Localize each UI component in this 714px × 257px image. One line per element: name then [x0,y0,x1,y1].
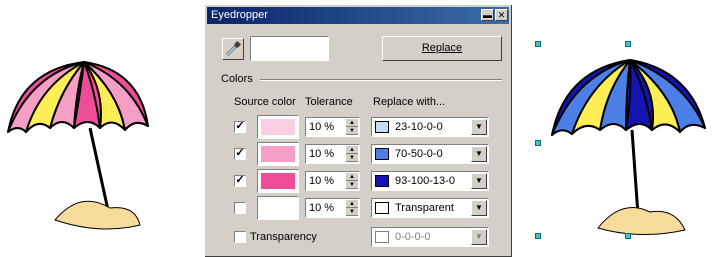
umbrella-original-image [7,61,149,230]
spin-down-icon[interactable]: ▼ [346,181,358,189]
replace-with-header: Replace with... [373,96,446,108]
row-4-replace-dropdown[interactable]: Transparent ▼ [371,198,489,218]
row-1-replace-swatch [375,121,389,133]
picked-color-preview [250,36,329,61]
spin-up-icon[interactable]: ▲ [346,146,358,154]
chevron-down-icon[interactable]: ▼ [471,119,487,135]
row-4-checkbox[interactable] [234,202,246,214]
chevron-down-icon[interactable]: ▼ [471,200,487,216]
row-2-source-swatch [261,146,295,162]
source-color-header: Source color [234,96,296,108]
row-1-tolerance-value: 10 % [309,121,335,133]
row-4-replace-label: Transparent [395,202,454,214]
chevron-down-icon[interactable]: ▼ [471,173,487,189]
transparency-replace-swatch [375,231,389,243]
selection-handle-bottom-center[interactable] [625,233,631,239]
row-3-replace-swatch [375,175,389,187]
umbrella-recolored-image[interactable] [540,40,710,245]
spin-down-icon[interactable]: ▼ [346,208,358,216]
row-1-replace-dropdown[interactable]: 23-10-0-0 ▼ [371,117,489,137]
replace-button-label: Replace [421,42,463,54]
spin-up-icon[interactable]: ▲ [346,200,358,208]
row-1-replace-label: 23-10-0-0 [395,121,443,133]
tolerance-header: Tolerance [305,96,353,108]
row-1-source-swatch [261,119,295,135]
row-2-tolerance-field[interactable]: 10 % ▲ ▼ [305,144,360,164]
row-1-tolerance-spinner[interactable]: ▲ ▼ [346,119,358,135]
row-3-tolerance-spinner[interactable]: ▲ ▼ [346,173,358,189]
minimize-button[interactable]: ▬ [481,9,494,21]
transparency-label[interactable]: Transparency [250,231,317,243]
row-3-tolerance-field[interactable]: 10 % ▲ ▼ [305,171,360,191]
row-2-tolerance-spinner[interactable]: ▲ ▼ [346,146,358,162]
row-4-tolerance-value: 10 % [309,202,335,214]
colors-section-label: Colors [221,73,253,85]
row-2-source-color [257,142,299,166]
row-3-checkbox[interactable]: ✓ [234,175,246,187]
row-1-tolerance-field[interactable]: 10 % ▲ ▼ [305,117,360,137]
selection-handle-middle-left[interactable] [535,140,541,146]
transparency-replace-label: 0-0-0-0 [395,231,431,243]
row-1-checkbox[interactable]: ✓ [234,121,246,133]
colors-separator [260,79,502,81]
transparency-checkbox[interactable] [234,231,246,243]
eyedropper-dialog: Eyedropper ▬ ✕ Replace Colors Source col… [205,5,512,257]
spin-down-icon[interactable]: ▼ [346,154,358,162]
row-3-tolerance-value: 10 % [309,175,335,187]
close-button[interactable]: ✕ [495,9,508,21]
row-2-tolerance-value: 10 % [309,148,335,160]
row-4-tolerance-field[interactable]: 10 % ▲ ▼ [305,198,360,218]
pipette-button[interactable] [222,38,244,60]
row-2-replace-dropdown[interactable]: 70-50-0-0 ▼ [371,144,489,164]
row-3-replace-dropdown[interactable]: 93-100-13-0 ▼ [371,171,489,191]
pipette-icon [225,40,242,57]
dialog-title: Eyedropper [211,9,268,21]
selection-handle-bottom-left[interactable] [535,233,541,239]
row-2-replace-label: 70-50-0-0 [395,148,443,160]
transparency-replace-dropdown[interactable]: 0-0-0-0 ▼ [371,227,489,247]
spin-down-icon[interactable]: ▼ [346,127,358,135]
selection-handle-top-center[interactable] [625,41,631,47]
row-4-replace-swatch [375,202,389,214]
chevron-down-icon[interactable]: ▼ [471,229,487,245]
row-3-replace-label: 93-100-13-0 [395,175,455,187]
title-bar[interactable]: Eyedropper ▬ ✕ [207,7,509,24]
chevron-down-icon[interactable]: ▼ [471,146,487,162]
selection-handle-top-left[interactable] [535,41,541,47]
spin-up-icon[interactable]: ▲ [346,119,358,127]
row-4-tolerance-spinner[interactable]: ▲ ▼ [346,200,358,216]
row-1-source-color [257,115,299,139]
row-3-source-color [257,169,299,193]
replace-button[interactable]: Replace [382,36,502,61]
row-2-replace-swatch [375,148,389,160]
row-4-source-color [257,196,299,220]
spin-up-icon[interactable]: ▲ [346,173,358,181]
row-3-source-swatch [261,173,295,189]
row-4-source-swatch [261,200,295,216]
row-2-checkbox[interactable]: ✓ [234,148,246,160]
